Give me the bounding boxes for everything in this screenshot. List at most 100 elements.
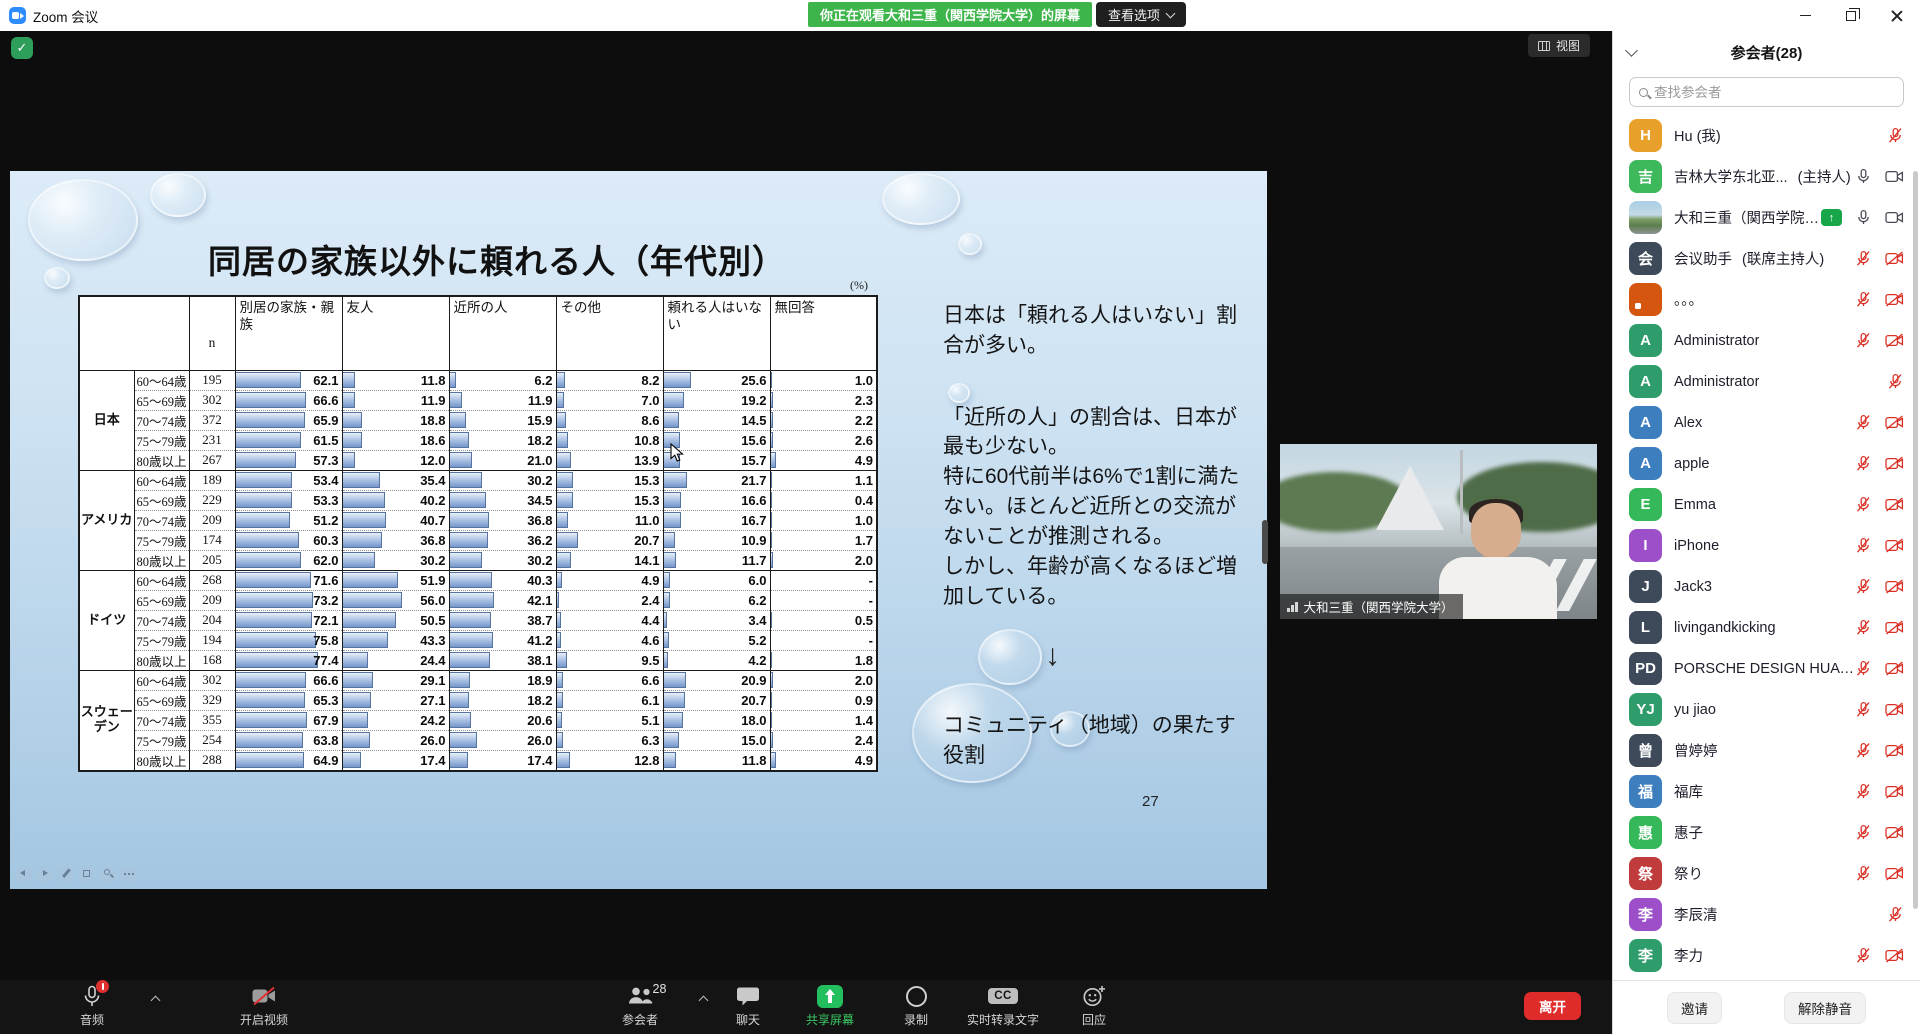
value-bar [343, 652, 369, 668]
audio-button[interactable]: 音频 [80, 984, 104, 1028]
table-col-header: 無回答 [770, 296, 877, 370]
value-bar [557, 712, 562, 728]
participants-footer: 邀请 解除静音 [1613, 980, 1920, 1034]
note-line: 日本は「頼れる人はいない」割合が多い。 [943, 301, 1243, 361]
close-button[interactable] [1874, 0, 1920, 31]
participant-row[interactable]: EEmma [1613, 484, 1920, 525]
mic-muted-icon [1855, 578, 1872, 595]
video-panel-drag-handle[interactable] [1262, 520, 1268, 564]
camera-off-icon [1885, 497, 1904, 512]
camera-off-icon [1885, 415, 1904, 430]
value-cell: 4.9 [770, 750, 877, 771]
previous-slide-button[interactable] [15, 865, 32, 882]
participant-row[interactable]: 大和三重（関西学院大...↑ [1613, 197, 1920, 238]
reactions-button[interactable]: 回应 [1056, 984, 1132, 1028]
value-cell: 18.2 [449, 690, 556, 710]
value-cell: 11.8 [663, 750, 770, 771]
participant-row[interactable]: AAdministrator [1613, 320, 1920, 361]
table-row: 日本60〜64歳19562.111.86.28.225.61.0 [79, 370, 877, 390]
age-cell: 65〜69歳 [134, 690, 189, 710]
value-bar [236, 432, 301, 448]
participant-row[interactable]: Llivingandkicking [1613, 607, 1920, 648]
audio-level-icon [1287, 602, 1298, 612]
participant-row[interactable]: JJack3 [1613, 566, 1920, 607]
avatar: E [1629, 488, 1662, 521]
value-cell: 51.9 [342, 570, 449, 590]
value-cell: 12.8 [556, 750, 663, 771]
participant-name: 李辰清 [1674, 904, 1718, 925]
security-shield-icon[interactable]: ✓ [11, 37, 33, 59]
participant-name: 吉林大学东北亚... [1674, 166, 1788, 187]
age-cell: 65〜69歳 [134, 590, 189, 610]
participant-status-icons [1855, 701, 1904, 718]
value-cell: 6.3 [556, 730, 663, 750]
unmute-button[interactable]: 解除静音 [1784, 992, 1866, 1024]
participant-row[interactable]: Aapple [1613, 443, 1920, 484]
grid-icon [1538, 41, 1550, 51]
survey-table: n別居の家族・親族友人近所の人その他頼れる人はいない無回答日本60〜64歳195… [78, 295, 878, 772]
value-bar [664, 632, 670, 648]
search-input[interactable] [1654, 85, 1894, 100]
age-cell: 75〜79歳 [134, 530, 189, 550]
participant-row[interactable]: 吉吉林大学东北亚...(主持人) [1613, 156, 1920, 197]
live-transcription-button[interactable]: CC 实时转录文字 [948, 984, 1058, 1028]
invite-button[interactable]: 邀请 [1667, 992, 1722, 1024]
shape-tool-button[interactable] [78, 865, 95, 882]
value-bar [771, 692, 772, 708]
pen-tool-button[interactable] [57, 865, 74, 882]
avatar: 福 [1629, 775, 1662, 808]
camera-off-icon [1885, 251, 1904, 266]
value-cell: 15.0 [663, 730, 770, 750]
participant-row[interactable]: 惠惠子 [1613, 812, 1920, 853]
record-button[interactable]: 录制 [880, 984, 952, 1028]
participant-row[interactable]: 会会议助手(联席主持人) [1613, 238, 1920, 279]
participant-row[interactable]: 李李力 [1613, 935, 1920, 976]
share-screen-button[interactable]: 共享屏幕 [782, 984, 878, 1028]
participant-name: 大和三重（関西学院大... [1674, 207, 1821, 228]
audio-options-chevron[interactable] [151, 996, 161, 1006]
collapse-panel-chevron-icon[interactable] [1625, 44, 1638, 57]
participants-count-badge: 28 [653, 982, 667, 996]
avatar: 会 [1629, 242, 1662, 275]
value-cell: 62.0 [235, 550, 342, 570]
participant-row[interactable]: PDPORSCHE DESIGN HUAWEI Mat... [1613, 648, 1920, 689]
bubble-decoration [150, 173, 206, 217]
participant-search[interactable] [1629, 77, 1904, 107]
table-corner-cell [79, 296, 189, 370]
participant-row[interactable]: 曾曾婷婷 [1613, 730, 1920, 771]
participant-row[interactable]: 李李辰清 [1613, 894, 1920, 935]
value-cell: 21.7 [663, 470, 770, 490]
participant-row[interactable]: 祭祭り [1613, 853, 1920, 894]
next-slide-button[interactable] [36, 865, 53, 882]
value-bar [236, 552, 302, 568]
speaker-video-thumbnail[interactable]: 大和三重（関西学院大学） [1280, 444, 1597, 619]
value-bar [557, 432, 568, 448]
value-cell: 13.9 [556, 450, 663, 470]
n-cell: 205 [189, 550, 235, 570]
participant-row[interactable]: 。。。 [1613, 279, 1920, 320]
participant-row[interactable]: AAdministrator [1613, 361, 1920, 402]
participant-status-icons [1855, 496, 1904, 513]
scrollbar[interactable] [1913, 171, 1918, 909]
zoom-tool-button[interactable] [99, 865, 116, 882]
participant-row[interactable]: 福福库 [1613, 771, 1920, 812]
start-video-button[interactable]: 开启视频 [240, 984, 288, 1028]
participant-name: 会议助手 [1674, 248, 1732, 269]
view-options-button[interactable]: 查看选项 [1096, 2, 1186, 27]
value-cell: 7.0 [556, 390, 663, 410]
avatar: 吉 [1629, 160, 1662, 193]
participant-row[interactable]: HHu (我) [1613, 115, 1920, 156]
leave-meeting-button[interactable]: 离开 [1524, 992, 1581, 1020]
participant-row[interactable]: YJyu jiao [1613, 689, 1920, 730]
minimize-button[interactable] [1782, 0, 1828, 31]
value-cell: 14.5 [663, 410, 770, 430]
restore-button[interactable] [1828, 0, 1874, 31]
age-cell: 75〜79歳 [134, 730, 189, 750]
participant-name: Hu (我) [1674, 125, 1721, 146]
participants-button[interactable]: 28 参会者 [592, 984, 688, 1028]
chat-button[interactable]: 聊天 [706, 984, 790, 1028]
participant-row[interactable]: IiPhone [1613, 525, 1920, 566]
participant-row[interactable]: AAlex [1613, 402, 1920, 443]
view-layout-button[interactable]: 视图 [1528, 34, 1590, 57]
more-tools-button[interactable] [120, 865, 137, 882]
